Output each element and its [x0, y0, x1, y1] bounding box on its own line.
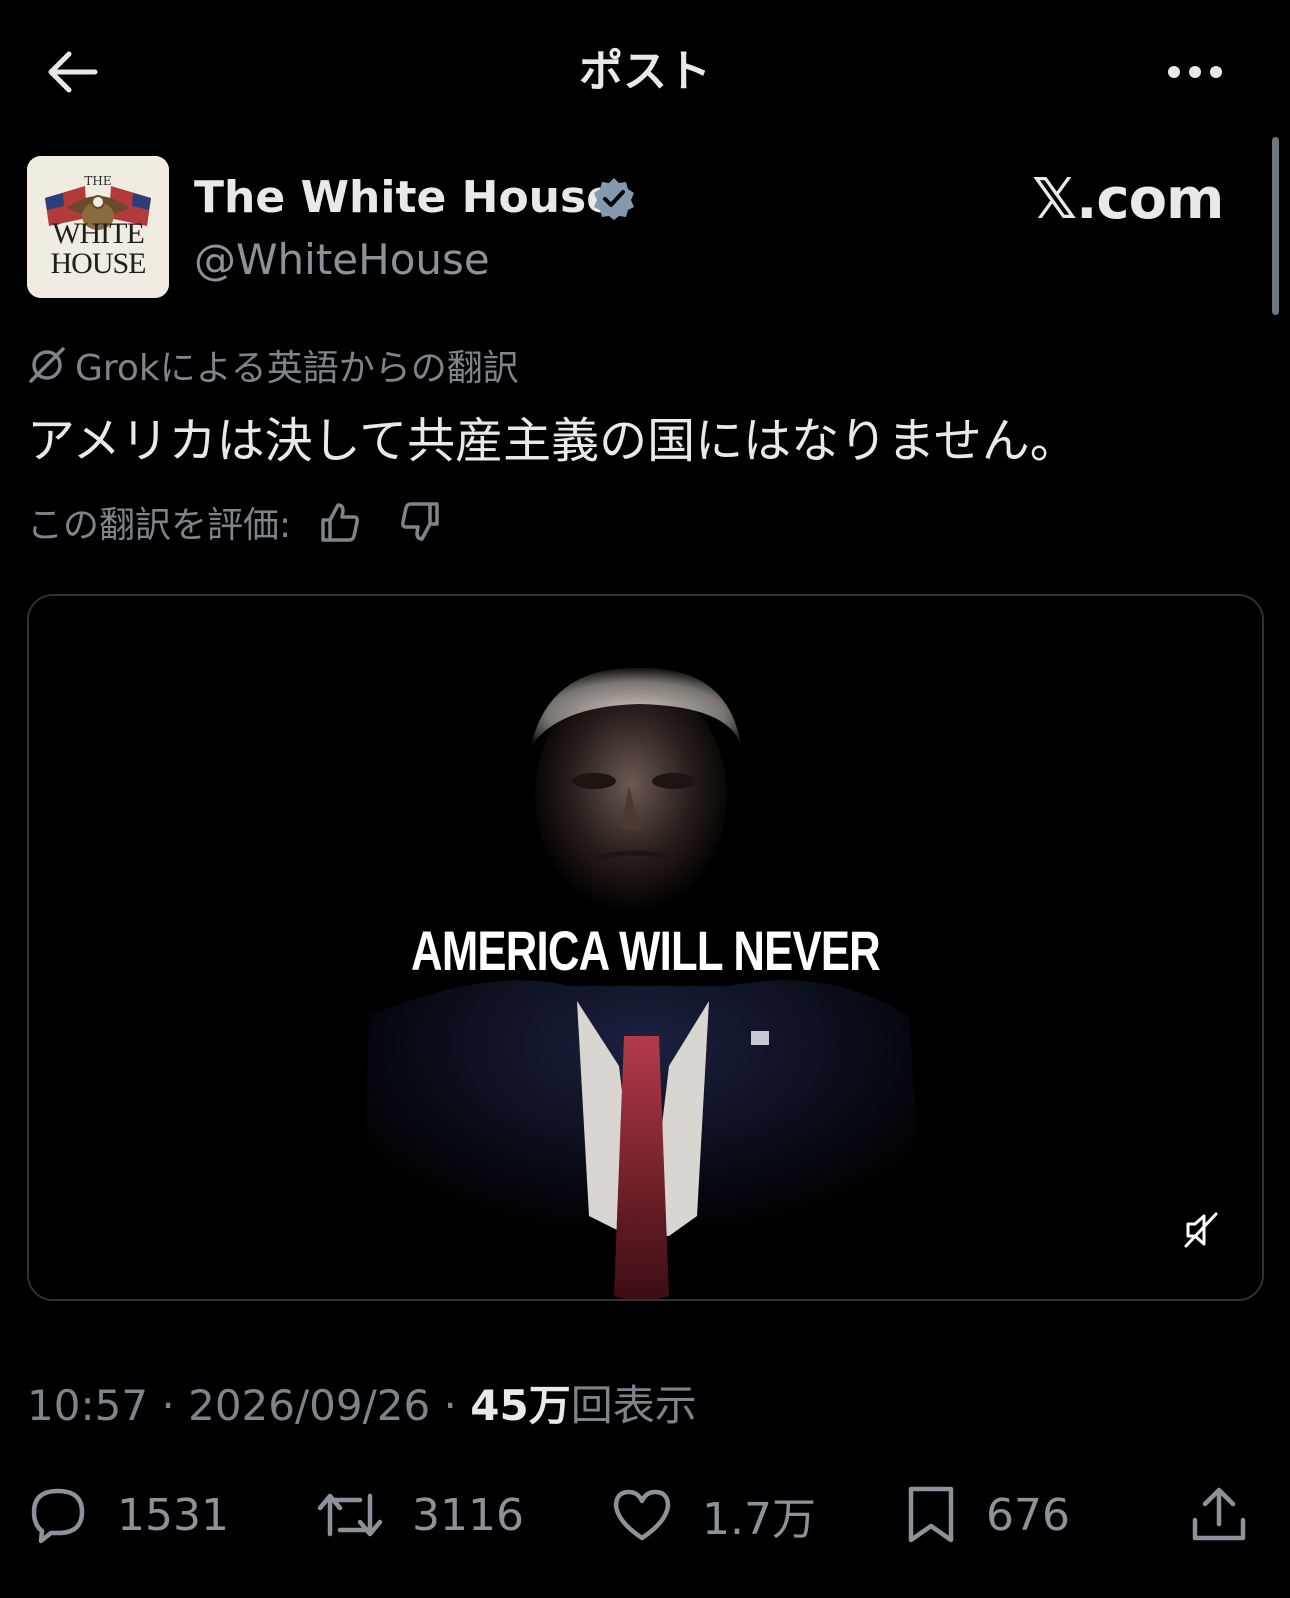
more-options-button[interactable]	[1160, 40, 1230, 104]
xcom-watermark: 𝕏.com	[1032, 167, 1224, 232]
thumbs-up-button[interactable]	[313, 496, 365, 548]
share-button[interactable]	[1190, 1480, 1248, 1550]
meta-separator: ·	[148, 1381, 189, 1430]
thumbs-down-button[interactable]	[395, 496, 447, 548]
repost-button[interactable]: 3116	[316, 1480, 524, 1550]
page-title: ポスト	[579, 46, 711, 97]
post-meta: 10:57 · 2026/09/26 · 45万回表示	[27, 1378, 697, 1434]
author-handle[interactable]: @WhiteHouse	[194, 232, 490, 288]
thumbs-up-icon	[321, 503, 360, 542]
volume-muted-icon	[1184, 1212, 1218, 1248]
reply-button[interactable]: 1531	[27, 1480, 229, 1550]
avatar-text-top: THE	[84, 174, 112, 188]
meta-separator: ·	[430, 1381, 471, 1430]
rate-translation: この翻訳を評価:	[27, 496, 447, 548]
verified-badge-icon	[594, 178, 634, 220]
avatar-text-mid: WHITE	[52, 217, 145, 250]
more-horizontal-icon	[1168, 66, 1222, 78]
video-caption: AMERICA WILL NEVER	[411, 919, 881, 982]
back-button[interactable]	[40, 40, 104, 104]
mute-toggle-button[interactable]	[1176, 1204, 1228, 1256]
share-icon	[1192, 1487, 1246, 1541]
avatar-text-bottom: HOUSE	[50, 247, 146, 280]
video-player[interactable]: AMERICA WILL NEVER	[27, 594, 1264, 1301]
translation-source-label: Grokによる英語からの翻訳	[75, 348, 519, 389]
bookmark-count: 676	[986, 1489, 1070, 1541]
author-name[interactable]: The White House	[194, 170, 616, 226]
reply-icon	[31, 1488, 85, 1544]
grok-icon	[29, 347, 65, 383]
bookmark-button[interactable]: 676	[904, 1480, 1070, 1550]
bookmark-icon	[908, 1486, 954, 1543]
arrow-left-icon	[48, 51, 98, 93]
like-button[interactable]: 1.7万	[610, 1480, 816, 1550]
like-count: 1.7万	[702, 1494, 816, 1545]
post-time: 10:57	[27, 1381, 149, 1430]
scrollbar[interactable]	[1272, 137, 1279, 315]
heart-icon	[613, 1489, 671, 1541]
reply-count: 1531	[117, 1489, 229, 1541]
avatar[interactable]: THE WHITE HOUSE	[27, 156, 169, 298]
thumbs-down-icon	[401, 502, 439, 541]
translation-source: Grokによる英語からの翻訳	[27, 340, 519, 390]
post-date: 2026/09/26	[188, 1381, 431, 1430]
repost-count: 3116	[412, 1489, 524, 1541]
views-label: 回表示	[570, 1381, 697, 1430]
post-text: アメリカは決して共産主義の国にはなりません。	[27, 413, 1078, 469]
repost-icon	[317, 1493, 383, 1537]
rate-translation-label: この翻訳を評価:	[27, 505, 292, 546]
views-count[interactable]: 45万	[470, 1381, 570, 1430]
